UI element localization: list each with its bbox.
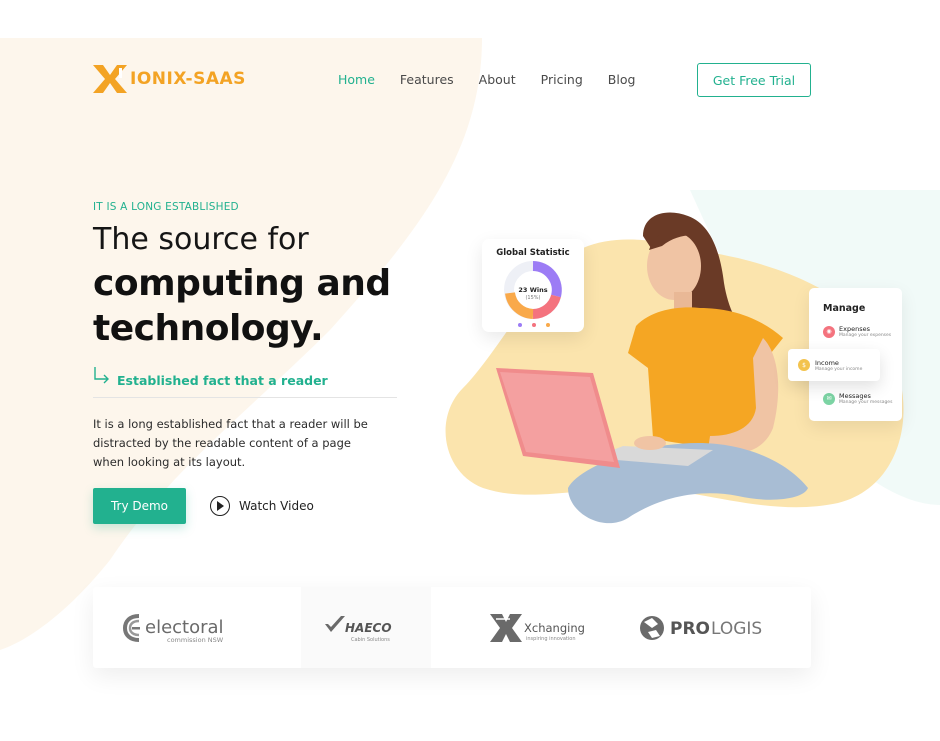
fact-row: Established fact that a reader — [93, 366, 397, 398]
haeco-logo-icon: HAECO Cabin Solutions — [325, 615, 392, 643]
nav-item-pricing[interactable]: Pricing — [541, 72, 583, 87]
watch-video-label: Watch Video — [239, 499, 314, 513]
main-nav: Home Features About Pricing Blog — [338, 72, 660, 87]
prologis-name-light: LOGIS — [711, 619, 762, 639]
haeco-sub: Cabin Solutions — [351, 637, 390, 643]
xchanging-sub: inspiring innovation — [526, 636, 576, 642]
electoral-sub: commission NSW — [167, 636, 224, 644]
turn-arrow-icon — [94, 367, 109, 384]
manage-item-income[interactable]: $ Income Manage your income — [788, 349, 880, 381]
donut-center-value: 23 Wins — [518, 286, 548, 294]
description-line: It is a long established fact that a rea… — [93, 417, 368, 431]
hero-title-line1: The source for — [93, 222, 309, 257]
hero-title-line3: technology. — [93, 308, 324, 349]
xchanging-name: Xchanging — [524, 621, 585, 635]
electoral-name: electoral — [145, 617, 224, 638]
partner-electoral[interactable]: electoral commission NSW — [93, 587, 301, 668]
dot[interactable] — [518, 323, 522, 327]
messages-icon: ✉ — [823, 392, 835, 405]
play-icon — [210, 496, 230, 516]
manage-item-name: Income — [815, 358, 839, 367]
brand-name: IONIX-SAAS — [130, 69, 246, 89]
income-icon: $ — [798, 359, 810, 371]
brand-logo[interactable]: IONIX-SAAS — [93, 65, 246, 93]
manage-card-title: Manage — [823, 303, 866, 314]
partner-xchanging[interactable]: Xchanging inspiring innovation — [473, 587, 613, 668]
manage-item-sub: Manage your expenses — [839, 333, 892, 338]
description-line: when looking at its layout. — [93, 455, 246, 469]
stat-card-title: Global Statistic — [496, 248, 570, 258]
partner-prologis[interactable]: PRO LOGIS — [633, 587, 783, 668]
donut-center-sub: (15%) — [525, 295, 541, 301]
expenses-icon: ◉ — [823, 325, 835, 338]
nav-item-features[interactable]: Features — [400, 72, 454, 87]
try-demo-button[interactable]: Try Demo — [93, 488, 186, 524]
dot[interactable] — [532, 323, 536, 327]
carousel-dots — [518, 323, 550, 327]
manage-item-messages[interactable]: ✉ Messages Manage your messages — [823, 392, 892, 405]
dot[interactable] — [546, 323, 550, 327]
haeco-name: HAECO — [345, 621, 392, 635]
global-statistic-card: Global Statistic 23 Wins (15%) — [482, 239, 584, 332]
manage-item-name: Expenses — [839, 325, 870, 333]
nav-item-blog[interactable]: Blog — [608, 72, 636, 87]
get-free-trial-button[interactable]: Get Free Trial — [697, 63, 811, 97]
nav-item-about[interactable]: About — [479, 72, 516, 87]
manage-item-expenses[interactable]: ◉ Expenses Manage your expenses — [823, 325, 891, 338]
manage-item-sub: Manage your income — [815, 366, 863, 372]
hero-title-line2: computing and — [93, 263, 391, 304]
prologis-logo-icon: PRO LOGIS — [640, 615, 762, 640]
manage-item-sub: Manage your messages — [839, 400, 893, 405]
logo-mark-icon — [93, 65, 127, 93]
prologis-name-bold: PRO — [670, 619, 710, 639]
fact-text: Established fact that a reader — [117, 373, 328, 388]
hero-description: It is a long established fact that a rea… — [93, 415, 383, 472]
electoral-logo-icon: electoral commission NSW — [122, 613, 224, 644]
manage-item-name: Messages — [839, 392, 871, 400]
description-line: distracted by the readable content of a … — [93, 436, 351, 450]
watch-video-button[interactable]: Watch Video — [210, 496, 314, 516]
xchanging-logo-icon: Xchanging inspiring innovation — [490, 613, 585, 642]
hero-eyebrow: IT IS A LONG ESTABLISHED — [93, 201, 239, 213]
partner-haeco[interactable]: HAECO Cabin Solutions — [301, 587, 431, 668]
nav-item-home[interactable]: Home — [338, 72, 375, 87]
partner-logos: electoral commission NSW HAECO Cabin Sol… — [93, 587, 811, 668]
